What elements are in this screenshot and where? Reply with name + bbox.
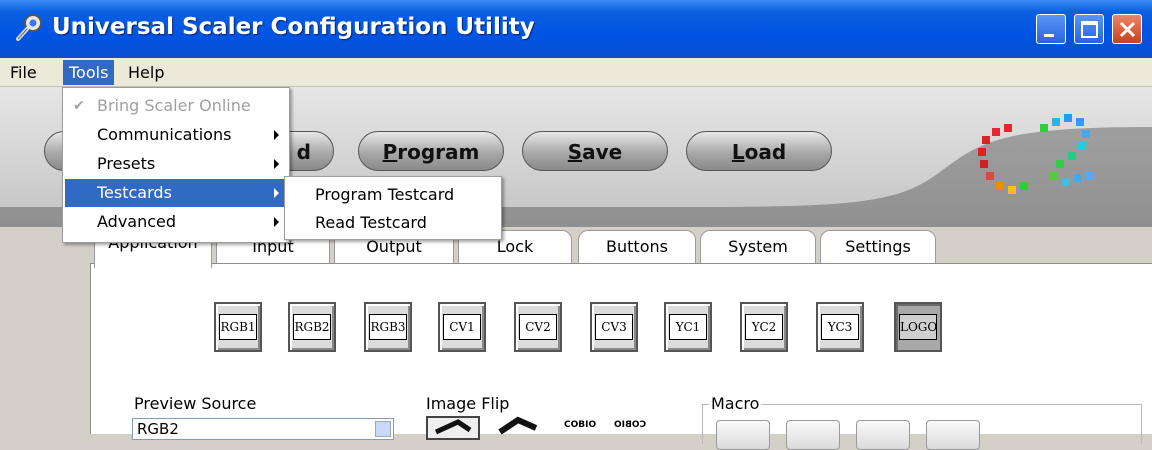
- checkmark-icon: ✔: [73, 98, 85, 114]
- source-button-yc2[interactable]: YC2: [740, 302, 788, 352]
- flip-mirror-logo[interactable]: COBIO: [614, 420, 646, 430]
- macro-play-button[interactable]: [716, 420, 770, 450]
- save-button[interactable]: Save: [522, 131, 668, 171]
- source-button-yc3[interactable]: YC3: [816, 302, 864, 352]
- menu-item-testcards[interactable]: Testcards: [65, 179, 287, 207]
- menu-help[interactable]: Help: [122, 60, 170, 85]
- macro-record-button[interactable]: [926, 420, 980, 450]
- submenu-arrow-icon: [274, 130, 279, 140]
- submenu-arrow-icon: [274, 188, 279, 198]
- menu-item-read-testcard[interactable]: Read Testcard: [287, 209, 499, 237]
- chevron-down-icon[interactable]: [375, 421, 391, 437]
- source-button-yc1[interactable]: YC1: [664, 302, 712, 352]
- tools-menu: ✔ Bring Scaler Online Communications Pre…: [62, 87, 290, 243]
- program-button[interactable]: Program: [358, 131, 504, 171]
- macro-pause-button[interactable]: [786, 420, 840, 450]
- source-button-cv3[interactable]: CV3: [590, 302, 638, 352]
- maximize-icon: [1081, 21, 1098, 38]
- menu-tools[interactable]: Tools: [63, 60, 115, 85]
- tab-system[interactable]: System: [700, 230, 816, 264]
- source-button-cv2[interactable]: CV2: [514, 302, 562, 352]
- menu-item-bring-scaler-online[interactable]: ✔ Bring Scaler Online: [65, 92, 287, 120]
- testcards-submenu: Program Testcard Read Testcard: [284, 176, 502, 240]
- submenu-arrow-icon: [274, 217, 279, 227]
- load-button[interactable]: Load: [686, 131, 832, 171]
- minimize-icon: [1044, 34, 1054, 37]
- maximize-button[interactable]: [1074, 14, 1104, 44]
- source-button-logo[interactable]: LOGO: [894, 302, 942, 352]
- menu-bar: File Tools Help: [0, 58, 1152, 87]
- tab-settings[interactable]: Settings: [820, 230, 936, 264]
- wrench-icon: [16, 14, 42, 41]
- preview-source-select[interactable]: RGB2: [132, 418, 394, 440]
- c2-logo-icon: [978, 114, 1094, 194]
- preview-source-label: Preview Source: [134, 394, 257, 413]
- menu-item-advanced[interactable]: Advanced: [65, 208, 287, 236]
- source-button-cv1[interactable]: CV1: [438, 302, 486, 352]
- close-icon: [1119, 21, 1136, 38]
- close-button[interactable]: [1112, 14, 1142, 44]
- flip-vertical-icon[interactable]: [496, 414, 548, 436]
- macro-stop-button[interactable]: [856, 420, 910, 450]
- window-title: Universal Scaler Configuration Utility: [52, 14, 535, 40]
- flip-arrow-icon: [434, 419, 472, 435]
- menu-file[interactable]: File: [4, 60, 43, 85]
- image-flip-label: Image Flip: [426, 394, 510, 413]
- menu-item-presets[interactable]: Presets: [65, 150, 287, 178]
- source-button-rgb2[interactable]: RGB2: [288, 302, 336, 352]
- title-bar: Universal Scaler Configuration Utility: [0, 0, 1152, 58]
- preview-source-value: RGB2: [137, 420, 179, 438]
- source-button-rgb3[interactable]: RGB3: [364, 302, 412, 352]
- minimize-button[interactable]: [1036, 14, 1066, 44]
- menu-item-communications[interactable]: Communications: [65, 121, 287, 149]
- source-button-rgb1[interactable]: RGB1: [214, 302, 262, 352]
- submenu-arrow-icon: [274, 159, 279, 169]
- read-button-label: d: [296, 140, 311, 164]
- menu-item-program-testcard[interactable]: Program Testcard: [287, 181, 499, 209]
- flip-horizontal-button[interactable]: [426, 416, 480, 440]
- macro-label: Macro: [709, 394, 762, 413]
- tab-buttons[interactable]: Buttons: [578, 230, 696, 264]
- flip-normal-logo[interactable]: COBIO: [564, 420, 596, 430]
